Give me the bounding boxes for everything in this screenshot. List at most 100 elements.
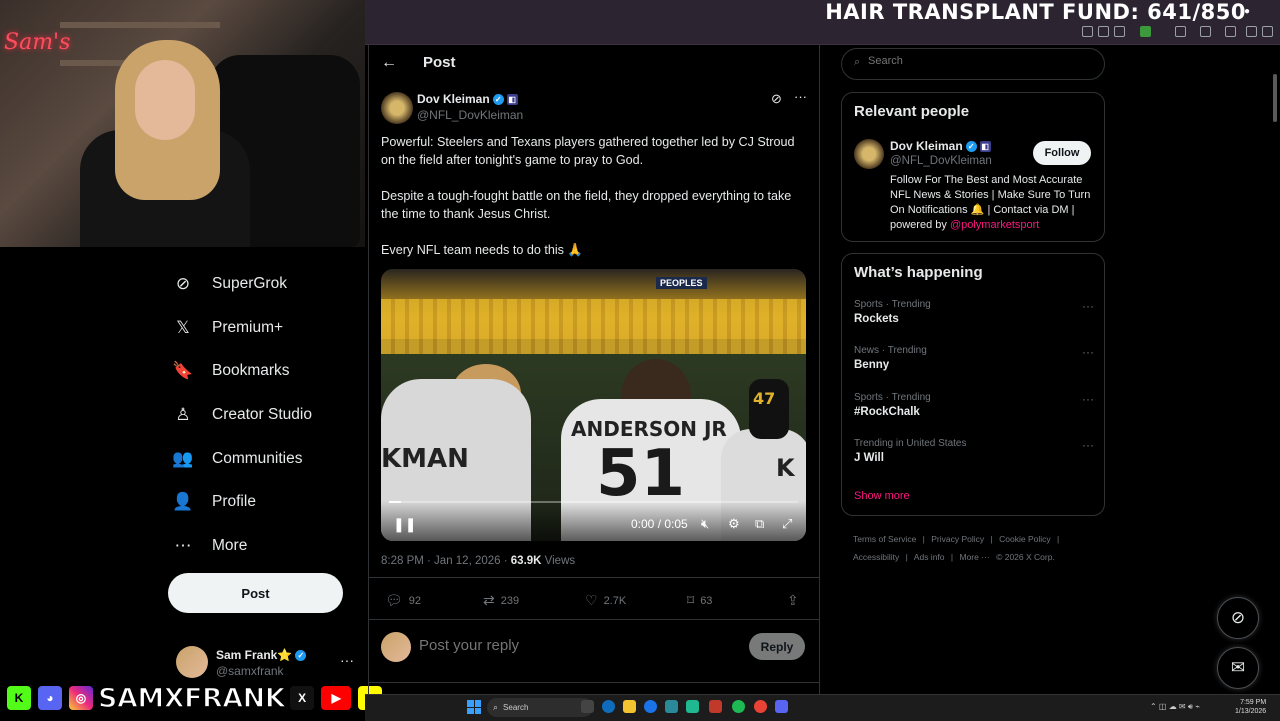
more-icon[interactable]: ··· (1082, 345, 1094, 359)
search-input[interactable] (868, 55, 1088, 67)
edge-icon[interactable] (602, 700, 615, 713)
app-icon[interactable] (665, 700, 678, 713)
bookmark-action[interactable]: ⌑ 63 (687, 592, 712, 609)
like-count: 2.7K (603, 594, 627, 607)
browser-profile-icon[interactable] (1246, 26, 1257, 37)
footer-link-accessibility[interactable]: Accessibility (853, 552, 899, 562)
author-avatar[interactable] (381, 92, 413, 124)
trend-item[interactable]: News · Trending Benny ··· (854, 345, 1094, 371)
chrome-icon[interactable] (644, 700, 657, 713)
scrollbar[interactable] (1272, 48, 1278, 694)
reply-button[interactable]: Reply (749, 633, 805, 660)
account-name: Sam Frank⭐ (216, 648, 293, 662)
footer-copyright: © 2026 X Corp. (996, 552, 1055, 562)
taskbar-clock[interactable]: 7:59 PM 1/13/2026 (1235, 698, 1266, 716)
sidebar-item-label: Creator Studio (212, 405, 312, 423)
banner-indicator-icon: ● (1243, 6, 1250, 17)
more-circle-icon: ⋯ (174, 535, 192, 555)
browser-extension-icon[interactable] (1082, 26, 1093, 37)
like-action[interactable]: ♡ 2.7K (585, 592, 626, 609)
browser-download-icon[interactable] (1225, 26, 1236, 37)
windows-start-icon[interactable] (467, 700, 481, 714)
scrollbar-thumb[interactable] (1273, 74, 1277, 122)
trend-category: Sports · Trending (854, 392, 931, 403)
browser-bookmark-star-icon[interactable] (1114, 26, 1125, 37)
browser-menu-icon[interactable] (1262, 26, 1273, 37)
settings-gear-icon[interactable]: ⚙ (728, 516, 740, 532)
browser-extension-green-icon[interactable] (1140, 26, 1151, 37)
trend-item[interactable]: Sports · Trending Rockets ··· (854, 299, 1094, 325)
search-icon: ⌕ (854, 56, 861, 68)
trend-category: Sports · Trending (854, 299, 931, 310)
trend-item[interactable]: Trending in United States J Will ··· (854, 438, 1094, 464)
obs-icon[interactable] (709, 700, 722, 713)
picture-in-picture-icon[interactable]: ⧉ (755, 516, 764, 532)
more-icon[interactable]: ··· (1082, 438, 1094, 452)
more-icon[interactable]: ··· (340, 652, 354, 668)
author-handle[interactable]: @NFL_DovKleiman (417, 108, 523, 122)
post-meta: 8:28 PM · Jan 12, 2026 · 63.9K Views (381, 555, 575, 567)
sidebar-item-premium[interactable]: 𝕏 Premium+ (170, 306, 360, 350)
chrome-icon[interactable] (754, 700, 767, 713)
back-arrow-icon[interactable]: ← (381, 54, 397, 72)
post-timestamp[interactable]: 8:28 PM · Jan 12, 2026 · (381, 555, 511, 567)
panel-title: What’s happening (854, 264, 983, 281)
video-controls (381, 501, 806, 541)
account-name-row: Sam Frank⭐ ✓ (216, 648, 307, 662)
more-icon[interactable]: ··· (1082, 392, 1094, 406)
profile-icon: 👤 (172, 492, 194, 512)
show-more-link[interactable]: Show more (854, 490, 910, 502)
author-name-row[interactable]: Dov Kleiman ✓ ◧ (417, 92, 518, 106)
footer-link-cookies[interactable]: Cookie Policy (999, 534, 1051, 544)
fullscreen-icon[interactable]: ⤢ (782, 516, 792, 532)
mute-icon[interactable]: 🔇︎ (701, 516, 709, 532)
grok-floating-button[interactable]: ⊘ (1217, 597, 1259, 639)
bookmark-icon: ⌑ (687, 592, 695, 608)
share-action[interactable]: ⇪ (787, 592, 799, 609)
account-switcher[interactable]: Sam Frank⭐ ✓ @samxfrank ··· (176, 646, 356, 680)
browser-extensions-icon[interactable] (1175, 26, 1186, 37)
sidebar-item-creator-studio[interactable]: ♙ Creator Studio (170, 393, 360, 437)
spotify-icon[interactable] (732, 700, 745, 713)
footer-separator: | (1057, 534, 1060, 544)
pause-icon[interactable]: ❚❚ (393, 516, 416, 533)
post-button[interactable]: Post (168, 573, 343, 613)
taskbar-search[interactable]: ⌕ Search (487, 698, 593, 717)
search-box[interactable]: ⌕ (841, 48, 1105, 80)
footer-link-ads-info[interactable]: Ads info (914, 552, 945, 562)
repost-action[interactable]: ⇄ 239 (483, 592, 519, 609)
creator-studio-icon: ♙ (175, 404, 191, 424)
task-view-icon[interactable] (581, 700, 594, 713)
discord-icon[interactable] (775, 700, 788, 713)
messages-floating-button[interactable]: ✉ (1217, 647, 1259, 689)
footer-link-privacy[interactable]: Privacy Policy (931, 534, 984, 544)
follow-button[interactable]: Follow (1033, 141, 1091, 165)
person-name-row[interactable]: Dov Kleiman ✓ ◧ (890, 139, 991, 153)
more-icon[interactable]: ··· (1082, 299, 1094, 313)
file-explorer-icon[interactable] (623, 700, 636, 713)
person-handle[interactable]: @NFL_DovKleiman (890, 155, 992, 167)
repost-count: 239 (500, 594, 520, 607)
sidebar-item-communities[interactable]: 👥 Communities (170, 437, 360, 481)
relevant-people-panel: Relevant people Dov Kleiman ✓ ◧ @NFL_DovKl… (841, 92, 1105, 242)
footer-link-more[interactable]: More ··· (959, 552, 989, 562)
sidebar-item-profile[interactable]: 👤 Profile (170, 480, 360, 524)
sidebar-item-bookmarks[interactable]: 🔖 Bookmarks (170, 349, 360, 393)
video-progress-bar[interactable] (389, 501, 798, 503)
sidebar-item-more[interactable]: ⋯ More (170, 524, 360, 568)
bio-link[interactable]: @polymarketsport (950, 219, 1039, 231)
browser-sidebar-icon[interactable] (1200, 26, 1211, 37)
app-icon[interactable] (686, 700, 699, 713)
sidebar-item-supergrok[interactable]: ⊘ SuperGrok (170, 262, 360, 306)
system-tray-icons[interactable]: ⌃ ◫ ☁ ✉ 🔊︎ ⌁ (1150, 702, 1200, 712)
more-icon[interactable]: ··· (794, 89, 807, 104)
video-player[interactable]: PEOPLES KMAN ANDERSON JR 51 K 47 ❚❚ 0:00… (381, 269, 806, 541)
browser-zoom-icon[interactable] (1098, 26, 1109, 37)
reply-input[interactable] (419, 637, 679, 654)
trend-item[interactable]: Sports · Trending #RockChalk ··· (854, 392, 1094, 418)
footer-link-terms[interactable]: Terms of Service (853, 534, 916, 544)
avatar[interactable] (854, 139, 884, 169)
reply-action[interactable]: 💬︎ 92 (385, 592, 421, 609)
grok-explain-icon[interactable]: ⊘ (771, 91, 782, 107)
youtube-icon: ▶ (319, 684, 354, 712)
